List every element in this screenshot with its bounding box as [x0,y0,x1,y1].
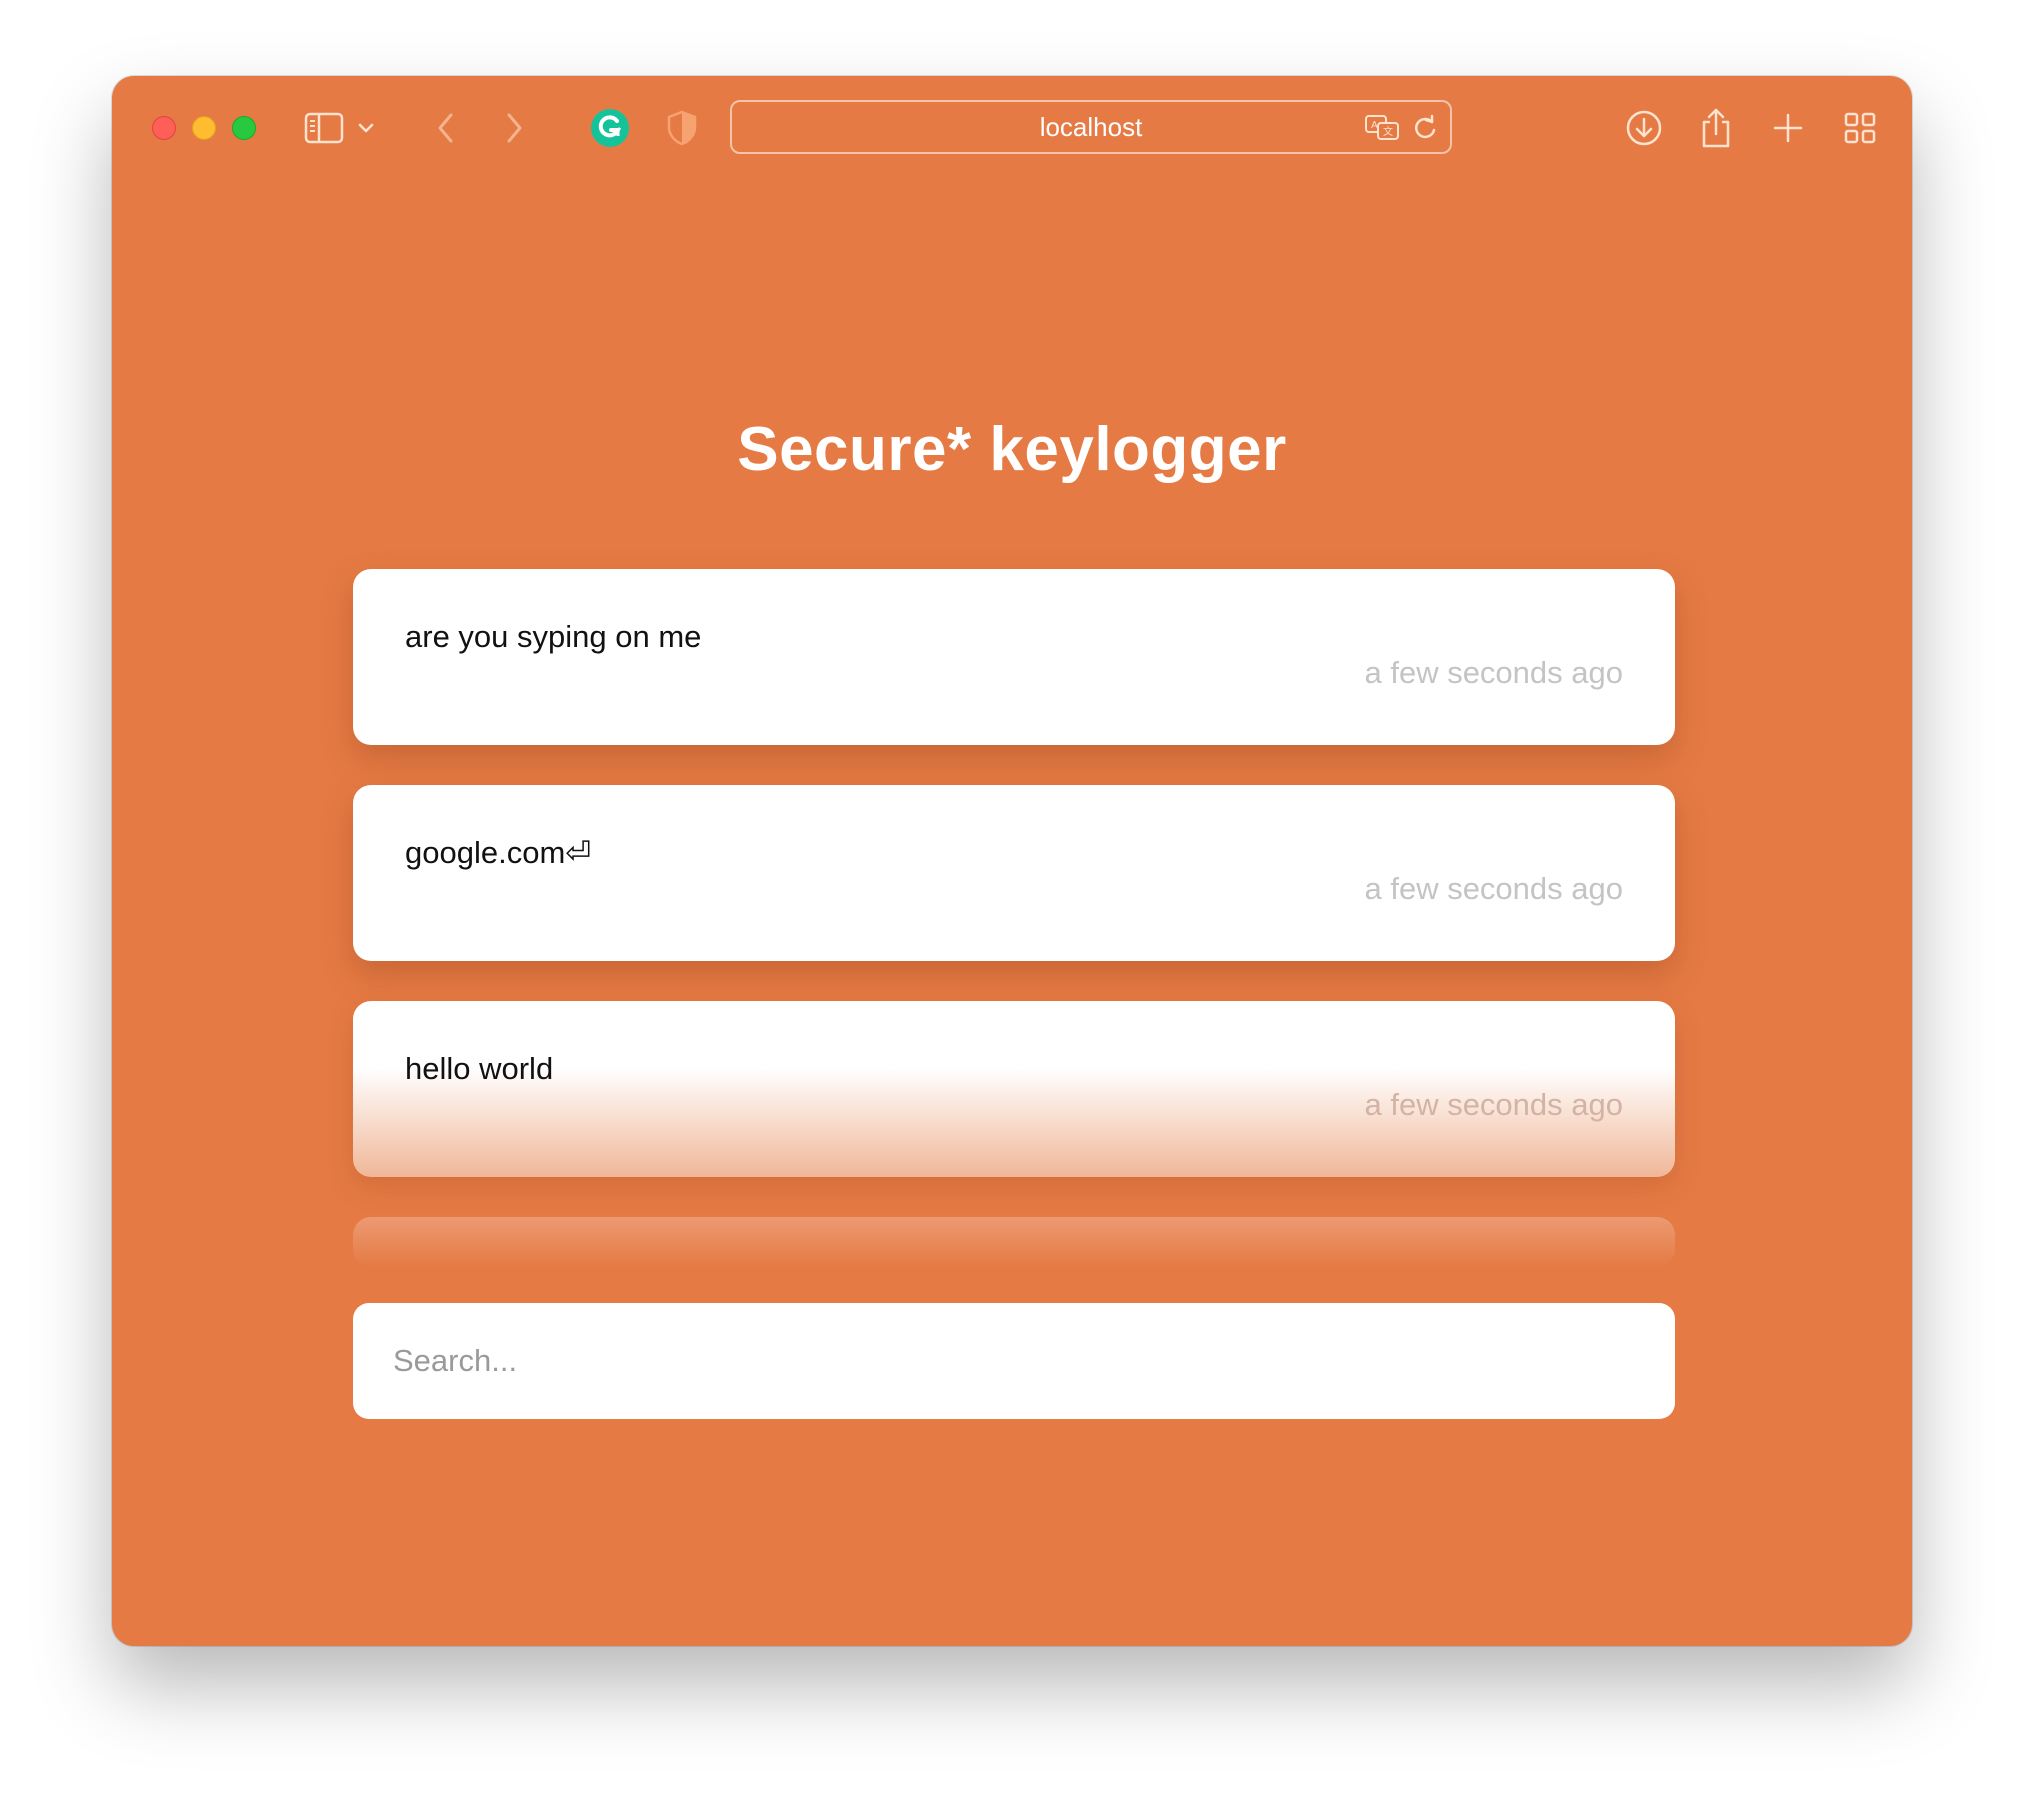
new-tab-icon[interactable] [1766,106,1810,150]
page-title: Secure* keylogger [737,415,1287,484]
log-entry[interactable]: google.com⏎ a few seconds ago [353,785,1675,961]
close-window-button[interactable] [152,116,176,140]
log-entry-text: are you syping on me [405,619,702,654]
forward-icon[interactable] [492,106,536,150]
log-entry-text: hello world [405,1051,554,1086]
search-input[interactable] [353,1303,1675,1419]
download-icon[interactable] [1622,106,1666,150]
tab-overview-icon[interactable] [1838,106,1882,150]
log-entry-time: a few seconds ago [1364,1087,1623,1122]
log-entry-time: a few seconds ago [1364,655,1623,690]
browser-toolbar: localhost A 文 [112,76,1912,176]
chevron-down-icon[interactable] [352,106,380,150]
reload-icon[interactable] [1412,114,1438,147]
log-entry-text: google.com⏎ [405,835,592,870]
maximize-window-button[interactable] [232,116,256,140]
sidebar-icon[interactable] [302,106,346,150]
shield-icon[interactable] [660,106,704,150]
faded-log-entry [353,1217,1675,1267]
grammarly-icon[interactable] [588,106,632,150]
log-entry-time: a few seconds ago [1364,871,1623,906]
share-icon[interactable] [1694,106,1738,150]
minimize-window-button[interactable] [192,116,216,140]
browser-window: localhost A 文 Secure* keylogger are you … [112,76,1912,1646]
log-entry[interactable]: are you syping on me a few seconds ago [353,569,1675,745]
svg-text:文: 文 [1383,125,1393,138]
address-bar[interactable]: localhost A 文 [730,100,1452,154]
log-entry[interactable]: hello world a few seconds ago [353,1001,1675,1177]
translate-icon[interactable]: A 文 [1364,114,1402,147]
address-url: localhost [1039,111,1143,142]
svg-text:A: A [1371,120,1378,131]
back-icon[interactable] [424,106,468,150]
